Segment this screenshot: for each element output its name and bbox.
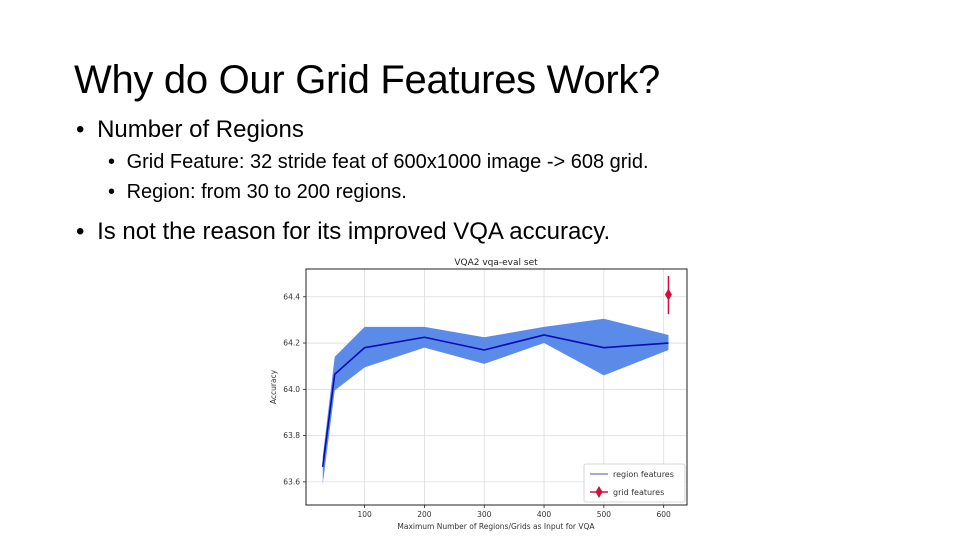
legend-region-label: region features	[613, 470, 674, 479]
y-tick-label: 63.6	[283, 477, 300, 486]
x-axis-label: Maximum Number of Regions/Grids as Input…	[397, 522, 595, 531]
x-tick-label: 200	[417, 510, 432, 519]
y-tick-label: 64.2	[283, 339, 300, 348]
x-tick-label: 400	[537, 510, 552, 519]
x-tick-label: 300	[477, 510, 492, 519]
x-tick-label: 100	[357, 510, 372, 519]
vqa-accuracy-chart: VQA2 vqa-eval set 100 200 300 400 500 600 63.…	[269, 258, 688, 531]
legend: region features grid features	[583, 463, 686, 503]
x-tick-label: 500	[597, 510, 612, 519]
y-tick-label: 63.8	[283, 431, 300, 440]
y-tick-label: 64.4	[283, 292, 300, 301]
band-layer	[322, 318, 669, 485]
y-axis-label: Accuracy	[269, 369, 278, 404]
grid-features-point	[664, 288, 672, 301]
point-layer	[664, 275, 672, 315]
region-features-confidence-band	[322, 318, 669, 485]
y-tick-label: 64.0	[283, 385, 300, 394]
legend-grid-label: grid features	[613, 488, 664, 497]
y-axis-ticks: 63.6 63.8 64.0 64.2 64.4	[283, 292, 306, 486]
x-tick-label: 600	[657, 510, 672, 519]
chart-title: VQA2 vqa-eval set	[454, 258, 538, 268]
x-axis-ticks: 100 200 300 400 500 600	[357, 505, 671, 519]
